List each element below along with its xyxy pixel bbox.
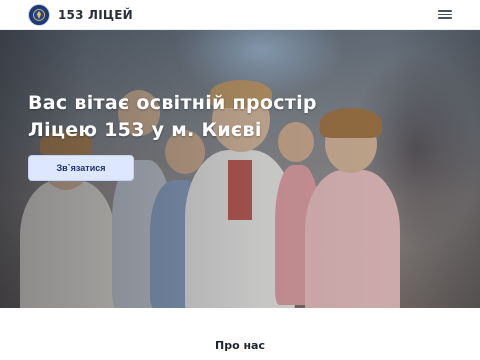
hamburger-menu-icon[interactable] <box>438 8 452 22</box>
hero-section: Вас вітає освітній простір Ліцею 153 у м… <box>0 30 480 308</box>
top-navbar: 153 ЛІЦЕЙ <box>0 0 480 30</box>
contact-button[interactable]: Зв`язатися <box>28 155 134 181</box>
brand-name[interactable]: 153 ЛІЦЕЙ <box>58 8 133 22</box>
hero-title: Вас вітає освітній простір Ліцею 153 у м… <box>28 92 317 141</box>
school-emblem-icon[interactable] <box>28 3 50 26</box>
about-section-title: Про нас <box>214 339 265 352</box>
